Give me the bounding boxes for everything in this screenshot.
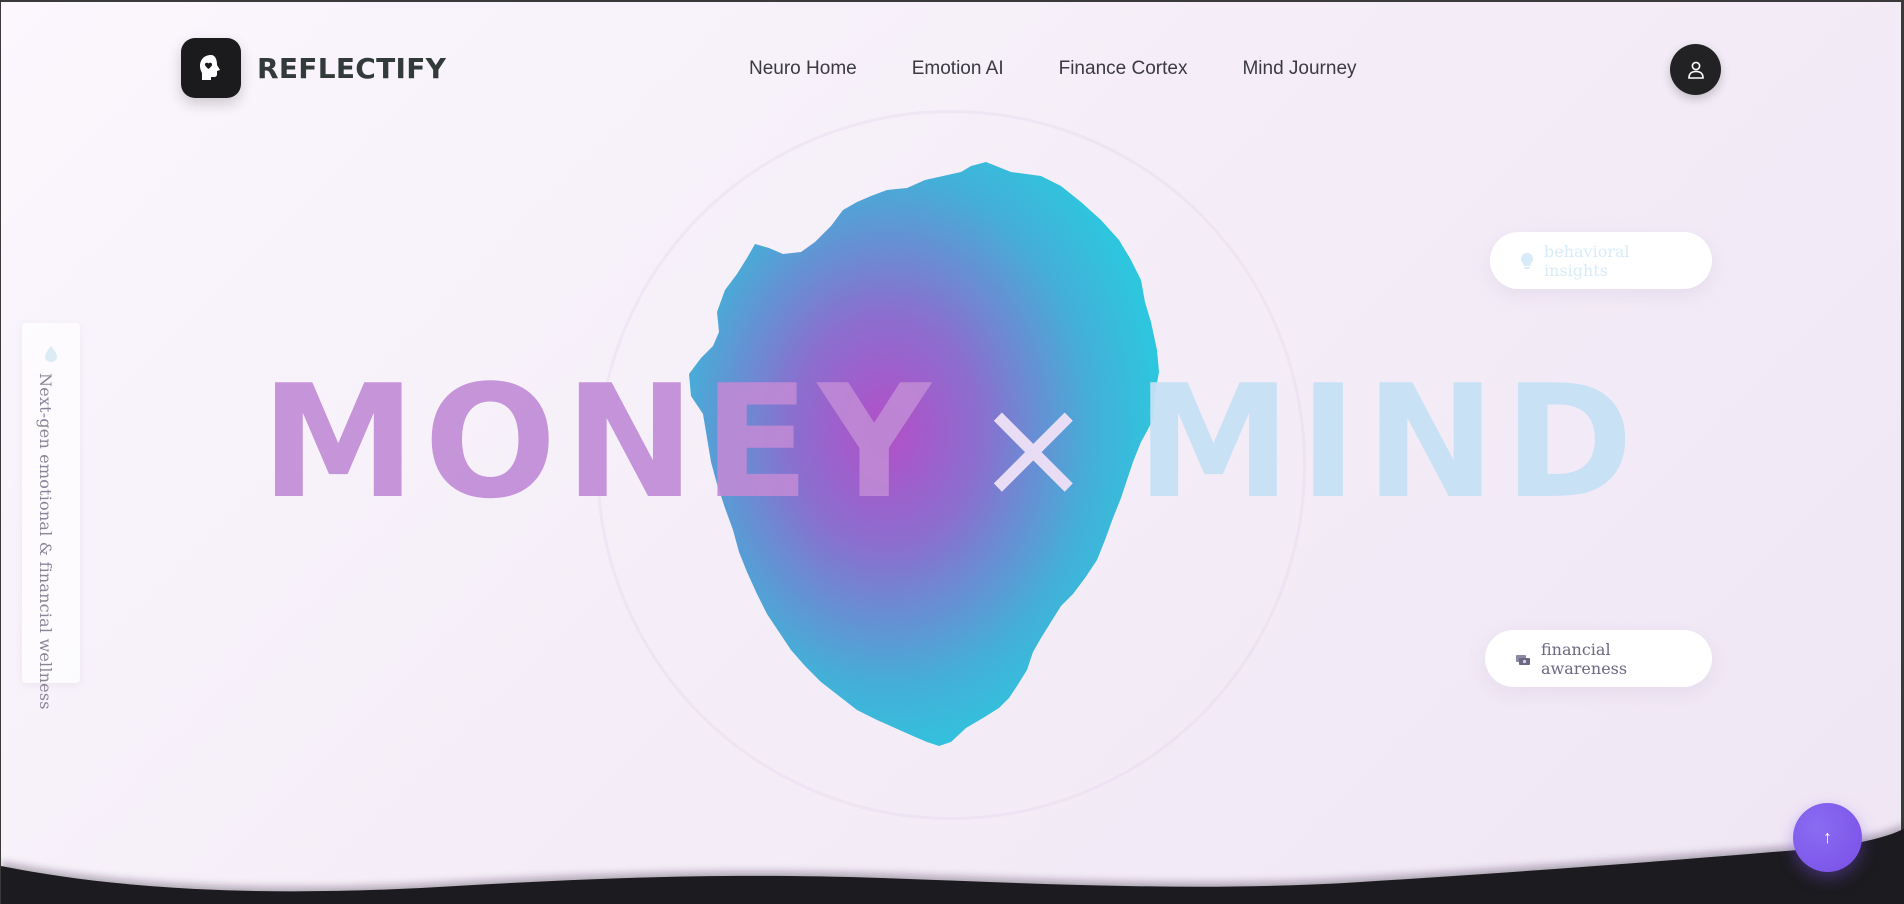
money-icon (1515, 651, 1531, 667)
hero-separator: × (974, 367, 1100, 530)
user-button[interactable] (1670, 44, 1721, 95)
pill-financial-awareness-label: financial awareness (1541, 639, 1628, 678)
logo-box (181, 38, 241, 98)
footer-wave (1, 824, 1904, 904)
pill-financial-awareness: financial awareness (1485, 630, 1712, 687)
pill-behavioral-insights-label: behavioral insights (1544, 241, 1630, 280)
scroll-to-top-button[interactable]: ↑ (1793, 803, 1862, 872)
hero-word-mind: MIND (1135, 351, 1642, 533)
nav-neuro-home[interactable]: Neuro Home (749, 58, 857, 80)
droplet-icon (45, 346, 57, 362)
lightbulb-icon (1520, 252, 1534, 270)
site-header: REFLECTIFY Neuro Home Emotion AI Finance… (181, 36, 1721, 100)
nav-finance-cortex[interactable]: Finance Cortex (1059, 58, 1188, 80)
brand-logo[interactable]: REFLECTIFY (181, 38, 446, 98)
user-icon (1687, 61, 1704, 79)
hero-headline: MONEY × MIND (1, 364, 1901, 520)
main-nav: Neuro Home Emotion AI Finance Cortex Min… (749, 58, 1357, 80)
head-heart-icon (200, 55, 220, 80)
brand-name: REFLECTIFY (257, 51, 447, 85)
nav-mind-journey[interactable]: Mind Journey (1242, 58, 1356, 80)
pill-behavioral-insights: behavioral insights (1490, 232, 1712, 289)
hero-word-money: MONEY (260, 351, 939, 533)
nav-emotion-ai[interactable]: Emotion AI (912, 58, 1004, 80)
